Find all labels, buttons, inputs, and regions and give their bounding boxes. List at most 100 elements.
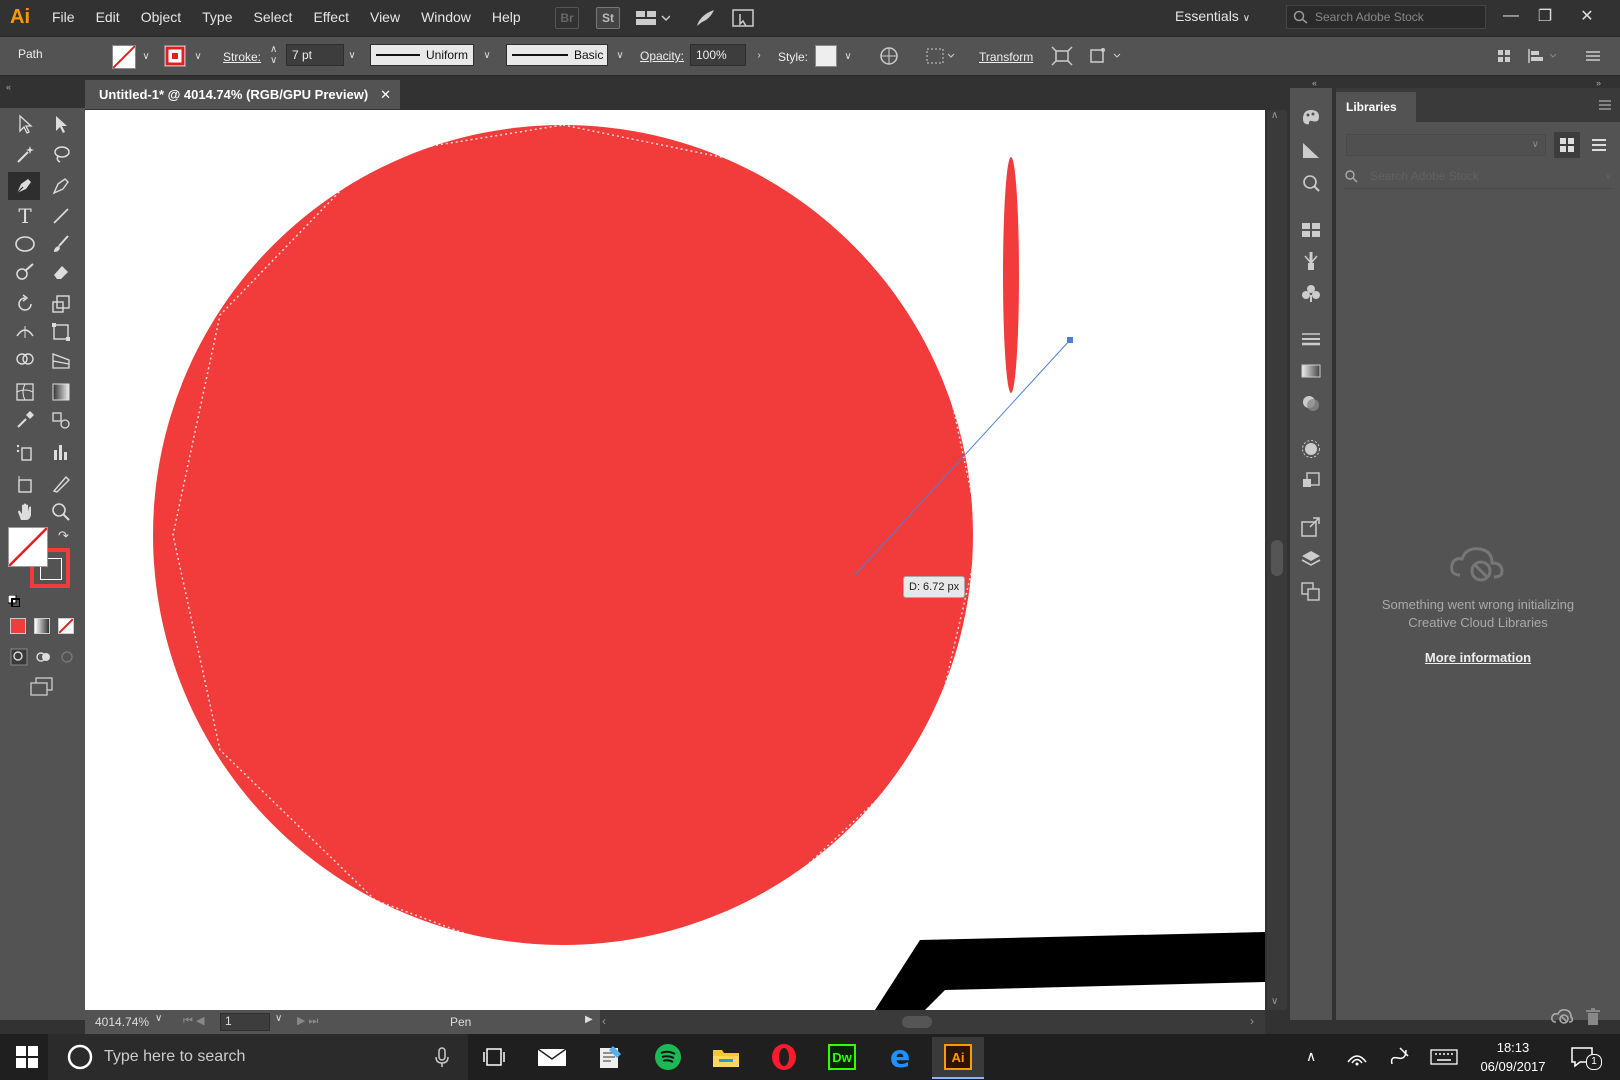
default-fill-stroke-icon[interactable] [7,594,21,608]
document-tab[interactable]: Untitled-1* @ 4014.74% (RGB/GPU Preview)… [85,80,400,109]
fill-color-swatch[interactable] [8,527,48,567]
stroke-swatch[interactable] [164,45,186,67]
minimize-button[interactable]: — [1496,3,1526,29]
variable-width-profile[interactable]: Uniform [370,44,474,66]
draw-inside-icon[interactable] [58,648,76,666]
zoom-level[interactable]: 4014.74% [95,1015,149,1029]
cloud-sync-icon[interactable] [1550,1008,1574,1026]
align-distribute-icon[interactable] [1526,45,1562,67]
scale-tool-icon[interactable] [46,290,76,318]
system-clock[interactable]: 18:13 06/09/2017 [1478,1038,1548,1076]
blend-tool-icon[interactable] [46,406,76,434]
brush-dropdown-icon[interactable]: ∨ [611,44,629,66]
close-tab-icon[interactable]: ✕ [380,87,391,103]
restore-button[interactable]: ❐ [1530,3,1560,29]
brushes-icon[interactable] [1290,246,1332,276]
stroke-dropdown-icon[interactable]: ∨ [189,45,207,67]
eyedropper-tool-icon[interactable] [10,406,40,434]
mesh-tool-icon[interactable] [10,378,40,406]
asset-export-icon[interactable] [1290,512,1332,542]
color-mode-icon[interactable] [10,618,26,634]
vertical-scroll-thumb[interactable] [1271,540,1283,576]
stock-button[interactable]: St [596,7,620,29]
draw-behind-icon[interactable] [34,648,52,666]
gradient-mode-icon[interactable] [34,618,50,634]
notepad-icon[interactable] [584,1037,636,1077]
menu-effect[interactable]: Effect [313,9,349,25]
collapse-dock-icon[interactable]: « [1312,78,1317,88]
grid-view-button[interactable] [1554,132,1580,158]
line-segment-tool-icon[interactable] [46,202,76,230]
panel-layout-icon[interactable] [1496,45,1514,67]
color-themes-icon[interactable] [1290,168,1332,198]
appearance-icon[interactable] [1290,434,1332,464]
action-center-icon[interactable]: 1 [1570,1045,1602,1070]
scroll-right-icon[interactable]: › [1250,1014,1254,1028]
vertical-scrollbar[interactable]: ∧ ∨ [1267,110,1287,1010]
eraser-tool-icon[interactable] [46,258,76,286]
style-dropdown-icon[interactable]: ∨ [839,45,857,67]
trash-icon[interactable] [1584,1008,1602,1026]
microphone-icon[interactable] [434,1046,450,1068]
horizontal-scroll-thumb[interactable] [902,1016,932,1028]
mail-icon[interactable] [526,1037,578,1077]
library-search-input[interactable]: Search Adobe Stock ∨ [1344,164,1612,189]
width-tool-icon[interactable] [10,318,40,346]
puppet-warp-icon[interactable] [1088,45,1124,67]
symbols-icon[interactable] [1290,278,1332,308]
menu-file[interactable]: File [52,9,75,25]
slice-tool-icon[interactable] [46,470,76,498]
menu-type[interactable]: Type [202,9,232,25]
direct-selection-tool-icon[interactable] [46,110,76,138]
recolor-artwork-icon[interactable] [878,45,900,67]
magic-wand-tool-icon[interactable] [10,140,40,168]
draw-normal-icon[interactable] [10,648,28,666]
artboard-dropdown-icon[interactable]: ∨ [275,1013,282,1024]
arrange-documents-icon[interactable] [636,8,671,28]
first-artboard-icon[interactable]: ⏮ ◀ [183,1014,204,1028]
curvature-tool-icon[interactable] [46,172,76,200]
illustrator-taskbar-icon[interactable]: Ai [932,1037,984,1079]
align-to-icon[interactable] [925,45,957,67]
menu-object[interactable]: Object [141,9,181,25]
color-panel-icon[interactable] [1290,102,1332,132]
gradient-tool-icon[interactable] [46,378,76,406]
fill-dropdown-icon[interactable]: ∨ [137,45,155,67]
free-transform-tool-icon[interactable] [46,318,76,346]
brush-definition[interactable]: Basic [506,44,608,66]
taskbar-search-box[interactable]: Type here to search [48,1034,468,1080]
collapse-toolbar-icon[interactable]: « [0,82,85,92]
artboard-number-input[interactable]: 1 [220,1013,270,1031]
task-view-icon[interactable] [468,1037,520,1077]
opacity-label[interactable]: Opacity: [640,49,684,63]
artboard-canvas[interactable]: D: 6.72 px [85,110,1265,1010]
rotate-tool-icon[interactable] [10,290,40,318]
feather-icon[interactable] [694,7,718,29]
dreamweaver-icon[interactable]: Dw [816,1037,868,1077]
horizontal-scrollbar[interactable]: ‹ › [600,1010,1265,1034]
transparency-icon[interactable] [1290,388,1332,418]
next-artboard-icon[interactable]: ▶ ⏭ [297,1014,318,1028]
perspective-grid-tool-icon[interactable] [46,346,76,374]
gradient-panel-icon[interactable] [1290,356,1332,386]
swatches-icon[interactable] [1290,214,1332,244]
stock-search-input[interactable]: Search Adobe Stock [1286,5,1486,29]
list-view-button[interactable] [1586,132,1612,158]
menu-select[interactable]: Select [254,9,293,25]
graphic-style-swatch[interactable] [815,45,837,67]
lasso-tool-icon[interactable] [46,140,76,168]
pen-tool-icon[interactable] [8,172,40,200]
scroll-left-icon[interactable]: ‹ [602,1014,606,1028]
windows-start-icon[interactable] [16,1046,38,1068]
gpu-performance-icon[interactable] [731,7,755,29]
type-tool-icon[interactable]: T [10,202,40,230]
artboards-icon[interactable] [1290,576,1332,606]
column-graph-tool-icon[interactable] [46,438,76,466]
zoom-tool-icon[interactable] [46,498,76,526]
artboard-tool-icon[interactable] [10,470,40,498]
none-mode-icon[interactable] [58,618,74,634]
opacity-arrow-icon[interactable]: › [750,44,768,66]
bridge-button[interactable]: Br [555,7,579,29]
menu-view[interactable]: View [370,9,400,25]
collapse-panel-icon[interactable]: » [1596,78,1601,88]
